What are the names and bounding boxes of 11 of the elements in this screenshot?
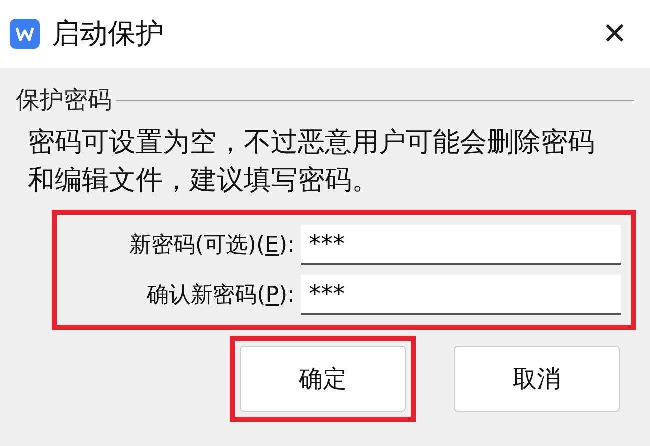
cancel-button[interactable]: 取消 bbox=[454, 346, 620, 412]
close-button[interactable]: ✕ bbox=[590, 9, 640, 59]
field-label: 新密码(可选)(E): bbox=[128, 232, 295, 260]
description-text: 密码可设置为空，不过恶意用户可能会删除密码和编辑文件，建议填写密码。 bbox=[28, 126, 596, 198]
ok-button[interactable]: 确定 bbox=[240, 346, 406, 412]
group-title: 保护密码 bbox=[16, 85, 112, 116]
field-label: 确认新密码(P): bbox=[146, 282, 295, 310]
window-title: 启动保护 bbox=[52, 16, 164, 52]
password-field[interactable]: *** bbox=[301, 225, 621, 265]
password-field[interactable]: *** bbox=[301, 275, 621, 315]
app-logo-icon bbox=[10, 19, 40, 49]
